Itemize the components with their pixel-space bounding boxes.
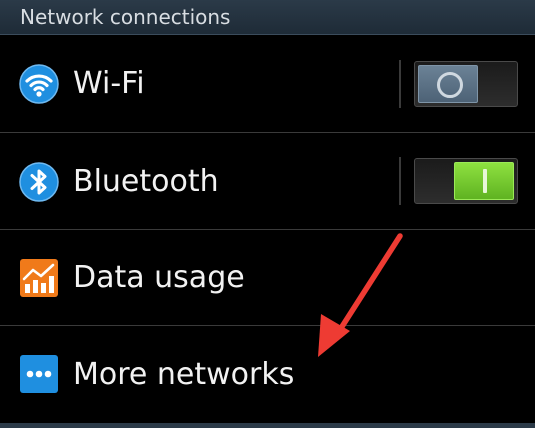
network-settings-screen: Network connections Wi-Fi Bluetooth Data… bbox=[0, 0, 535, 428]
annotation-arrow-icon bbox=[318, 233, 403, 357]
